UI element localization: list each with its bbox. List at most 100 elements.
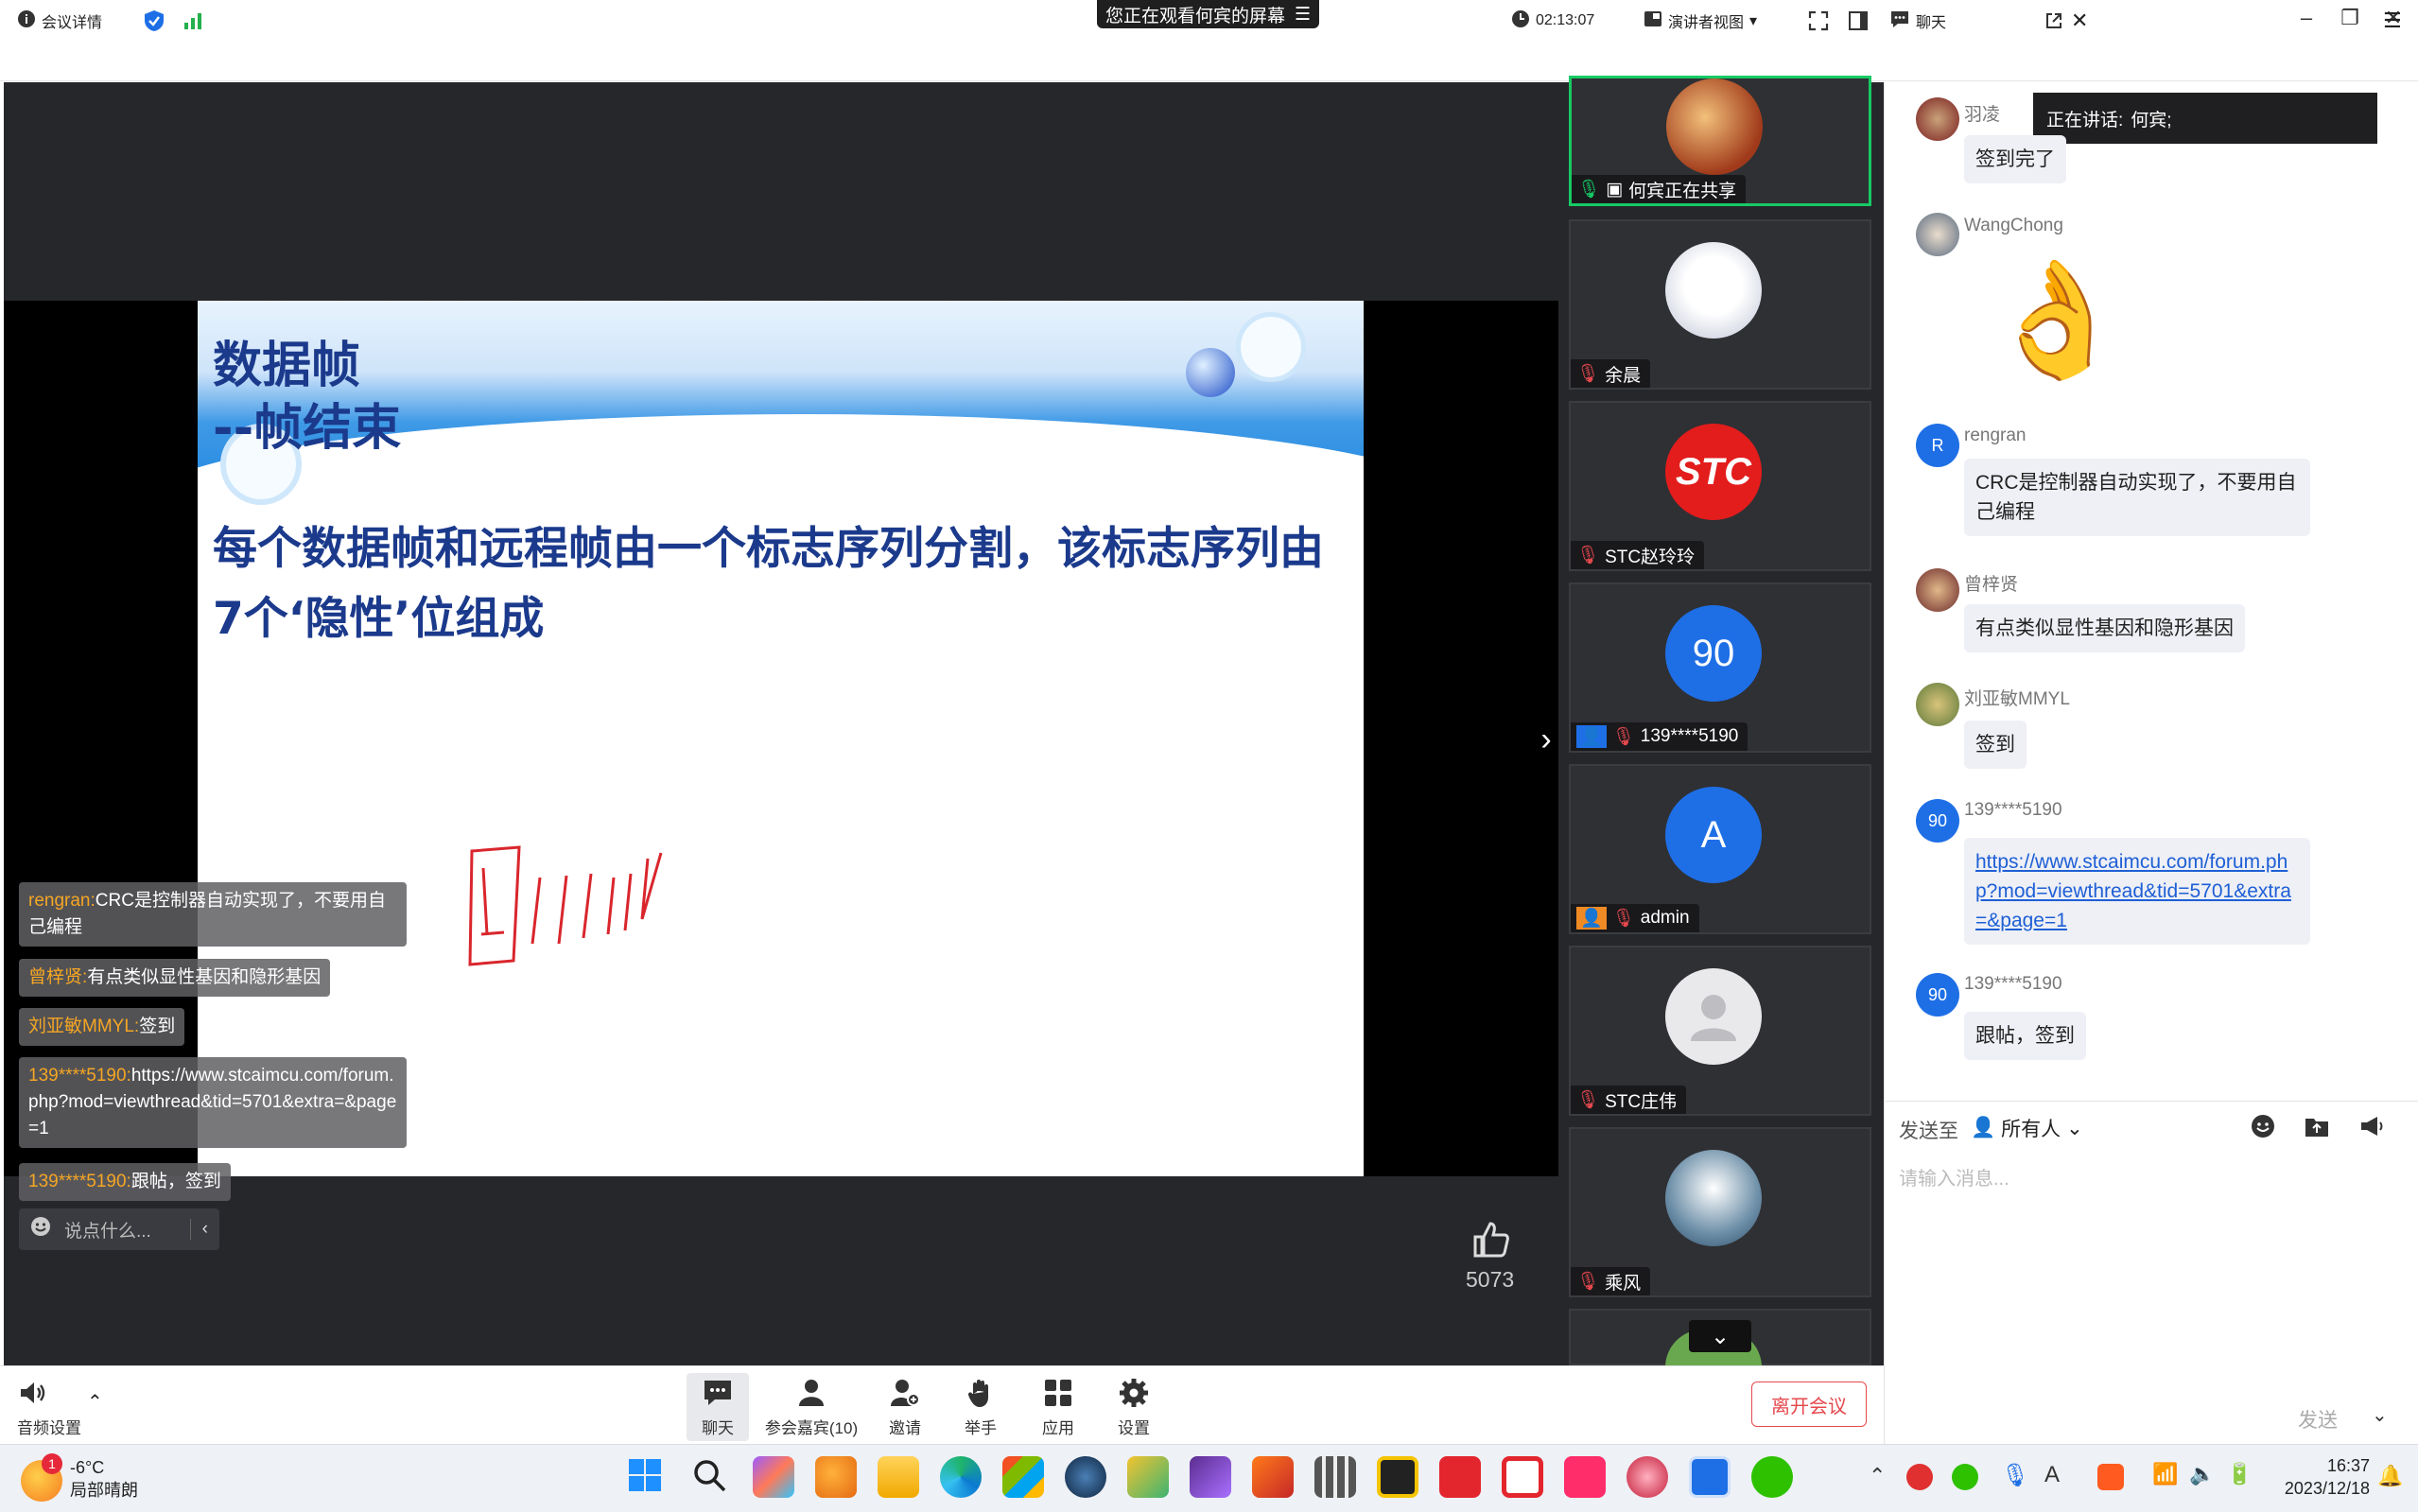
steam-icon[interactable] — [1065, 1456, 1106, 1498]
invite-button[interactable]: 邀请 — [879, 1373, 931, 1441]
game-app-icon[interactable] — [1252, 1456, 1294, 1498]
settings-label: 设置 — [1118, 1418, 1150, 1437]
slide-body: 每个数据帧和远程帧由一个标志序列分割，该标志序列由 7个‘隐性’位组成 — [213, 514, 1324, 654]
emoji-icon[interactable] — [30, 1216, 51, 1243]
edge-browser-icon[interactable] — [940, 1456, 982, 1498]
tile-name-tag: 🎙 余晨 — [1571, 359, 1651, 388]
screen-share-icon: ▣ — [1606, 179, 1624, 200]
video-tile[interactable]: 🎙 ▣ 何宾正在共享 — [1569, 76, 1871, 206]
wechat-tray-icon[interactable] — [1952, 1464, 1978, 1490]
recipient-value: 所有人 — [2001, 1119, 2061, 1140]
chat-bubble-icon — [1889, 9, 1910, 33]
copilot-icon[interactable] — [753, 1456, 794, 1498]
notification-bell-icon[interactable]: 🔔 — [2377, 1464, 2403, 1488]
scroll-down-chevron-icon[interactable]: ⌄ — [1689, 1320, 1751, 1352]
visual-studio-icon[interactable] — [1190, 1456, 1231, 1498]
store-icon[interactable] — [1002, 1456, 1044, 1498]
chat-sender: 刘亚敏MMYL — [1964, 689, 2070, 709]
overlay-sender: 139****5190: — [28, 1172, 131, 1191]
file-explorer-icon[interactable] — [878, 1456, 919, 1498]
chat-app-icon[interactable] — [1626, 1456, 1668, 1498]
close-chat-icon[interactable]: ✕ — [2071, 6, 2088, 36]
person-icon: 👤 — [1576, 725, 1607, 748]
wechat-icon[interactable] — [1751, 1456, 1793, 1498]
sidebar-layout-icon[interactable] — [1848, 6, 1869, 36]
tile-name-tag: 🎙 ▣ 何宾正在共享 — [1572, 175, 1747, 203]
raise-hand-button[interactable]: 举手 — [955, 1373, 1006, 1441]
audio-settings-button[interactable]: 音频设置 — [17, 1373, 81, 1441]
slide-body-line1: 每个数据帧和远程帧由一个标志序列分割，该标志序列由 — [213, 523, 1324, 575]
thumbs-up-icon[interactable] — [1471, 1220, 1515, 1263]
default-person-icon — [1691, 995, 1736, 1041]
emoji-icon[interactable] — [2251, 1114, 2275, 1143]
microphone-tray-icon[interactable]: 🎙 — [2001, 1462, 2029, 1489]
meeting-info-label: 会议详情 — [42, 15, 103, 31]
send-options-chevron-icon[interactable]: ⌄ — [2372, 1403, 2388, 1427]
taskbar-clock[interactable]: 16:37 2023/12/18 — [2262, 1454, 2370, 1500]
participants-button[interactable]: 参会嘉宾(10) — [762, 1373, 861, 1441]
avatar: A — [1665, 787, 1762, 883]
screen-share-banner[interactable]: 您正在观看何宾的屏幕 ☰ — [1097, 0, 1319, 28]
video-tile[interactable]: 🎙 STC庄伟 — [1569, 946, 1871, 1116]
fullscreen-icon[interactable] — [1808, 6, 1829, 36]
settings-button[interactable]: 设置 — [1108, 1373, 1159, 1441]
more-menu-icon[interactable]: ☰ — [2383, 6, 2402, 36]
volume-icon: 🔈 — [2189, 1462, 2216, 1486]
image-viewer-icon[interactable] — [1127, 1456, 1169, 1498]
chat-sender: 139****5190 — [1964, 800, 2062, 820]
video-tile[interactable]: A 👤 🎙 admin — [1569, 764, 1871, 934]
announcement-icon[interactable] — [2358, 1114, 2385, 1143]
folder-upload-icon[interactable] — [2304, 1114, 2330, 1143]
restore-button[interactable]: ❐ — [2328, 2, 2372, 34]
slide-title-line1: 数据帧 — [213, 338, 361, 394]
overlay-text: 跟帖，签到 — [130, 1172, 221, 1191]
video-app-icon[interactable] — [1564, 1456, 1606, 1498]
recipient-dropdown[interactable]: 👤 所有人 ⌄ — [1971, 1114, 2083, 1142]
system-tray-status[interactable]: 📶 🔈 🔋 — [2152, 1462, 2253, 1486]
apps-button[interactable]: 应用 — [1033, 1373, 1084, 1441]
tray-overflow-chevron-icon[interactable]: ⌃ — [1869, 1464, 1886, 1488]
meeting-app-icon[interactable] — [1689, 1456, 1731, 1498]
mic-muted-icon: 🎙 — [1576, 1090, 1600, 1110]
video-tile[interactable]: 🎙 余晨 — [1569, 219, 1871, 390]
calculator-icon[interactable] — [1314, 1456, 1356, 1498]
clock-time: 16:37 — [2326, 1456, 2370, 1475]
view-mode-dropdown[interactable]: 演讲者视图 ▾ — [1644, 6, 1757, 36]
netease-icon[interactable] — [1502, 1456, 1543, 1498]
windows-start-icon[interactable] — [626, 1456, 668, 1498]
leave-meeting-button[interactable]: 离开会议 — [1751, 1382, 1867, 1427]
slide-title: 数据帧 --帧结束 — [213, 335, 401, 460]
chat-button[interactable]: 聊天 — [687, 1373, 749, 1441]
chat-toggle-button[interactable]: 聊天 — [1889, 6, 1946, 36]
search-icon[interactable] — [690, 1456, 732, 1498]
audio-options-chevron-icon[interactable]: ⌃ — [87, 1390, 103, 1414]
app-tray-icon[interactable] — [2097, 1464, 2124, 1490]
meeting-info-button[interactable]: 会议详情 — [17, 6, 102, 36]
apps-label: 应用 — [1042, 1418, 1074, 1437]
gamebar-icon[interactable] — [1377, 1456, 1418, 1498]
overlay-input-placeholder: 说点什么... — [64, 1221, 151, 1242]
chat-link-bubble[interactable]: https://www.stcaimcu.com/forum.php?mod=v… — [1964, 838, 2310, 945]
video-tile[interactable]: 90 👤 🎙 139****5190 — [1569, 582, 1871, 753]
chevron-right-icon[interactable]: › — [1532, 721, 1560, 758]
music-app-icon[interactable] — [1439, 1456, 1481, 1498]
input-method-icon[interactable]: A — [2044, 1462, 2060, 1488]
chat-sender: 曾梓贤 — [1964, 575, 2019, 595]
collapse-chevron-icon[interactable]: ‹ — [189, 1219, 219, 1240]
send-button[interactable]: 发送 — [2298, 1405, 2338, 1434]
popout-icon[interactable] — [2044, 6, 2063, 36]
chat-sender: 139****5190 — [1964, 974, 2062, 994]
tile-name: STC赵玲玲 — [1605, 547, 1696, 567]
video-tile[interactable]: 🎙 乘风 — [1569, 1127, 1871, 1297]
weather-widget[interactable]: -6°C 局部晴朗 — [70, 1456, 138, 1502]
slide-title-line2: --帧结束 — [213, 400, 402, 457]
security-shield-icon[interactable] — [144, 6, 165, 36]
signal-strength-icon[interactable] — [183, 6, 204, 36]
qq-tray-icon[interactable] — [1906, 1464, 1933, 1490]
minimize-button[interactable]: – — [2285, 2, 2328, 34]
video-tile[interactable]: STC 🎙 STC赵玲玲 — [1569, 401, 1871, 571]
overlay-chat-input[interactable]: 说点什么... ‹ — [19, 1208, 219, 1250]
chat-input[interactable]: 请输入消息... — [1899, 1163, 2009, 1190]
divider — [1884, 1101, 2418, 1102]
search-app-icon[interactable] — [815, 1456, 857, 1498]
